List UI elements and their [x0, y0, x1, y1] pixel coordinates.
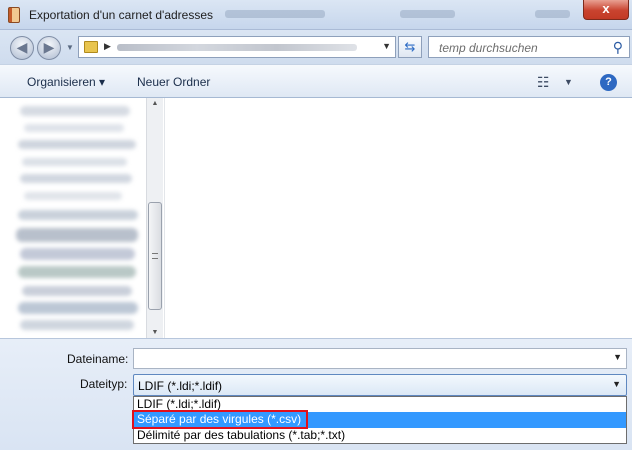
background-window-ghost: [535, 10, 570, 18]
chevron-down-icon[interactable]: ▼: [564, 77, 573, 87]
blurred-tree-item: [24, 192, 122, 200]
help-icon[interactable]: ?: [600, 74, 617, 91]
organize-button[interactable]: Organisieren ▾: [27, 75, 105, 89]
navigation-pane-scrollbar[interactable]: ▲ ▼: [146, 98, 163, 338]
background-window-ghost: [225, 10, 325, 18]
navigation-pane[interactable]: [10, 98, 147, 338]
window-title: Exportation d'un carnet d'adresses: [29, 8, 214, 22]
blurred-tree-item: [22, 286, 132, 296]
background-window-ghost: [400, 10, 455, 18]
filename-combobox[interactable]: ▼: [133, 348, 627, 369]
chevron-right-icon[interactable]: ▶: [104, 41, 111, 52]
filetype-label: Dateityp:: [80, 377, 128, 391]
title-bar: Exportation d'un carnet d'adresses x: [0, 0, 632, 30]
address-book-icon: [8, 7, 20, 23]
recent-pages-dropdown[interactable]: ▼: [66, 43, 74, 52]
filetype-option-tab[interactable]: Délimité par des tabulations (*.tab;*.tx…: [134, 428, 626, 444]
blurred-tree-item: [18, 302, 138, 314]
blurred-tree-item: [18, 140, 136, 149]
blurred-tree-item: [20, 320, 134, 330]
refresh-icon: ⇆: [404, 39, 416, 54]
blurred-path: [117, 44, 357, 51]
new-folder-button[interactable]: Neuer Ordner: [137, 75, 210, 89]
scroll-up-icon[interactable]: ▲: [147, 100, 163, 107]
view-options-icon[interactable]: ☷: [537, 74, 550, 91]
filetype-selected-value: LDIF (*.ldi;*.ldif): [138, 379, 223, 393]
search-box[interactable]: temp durchsuchen ⚲: [428, 36, 630, 58]
forward-button[interactable]: ▶: [37, 36, 61, 60]
search-input[interactable]: temp durchsuchen: [439, 41, 538, 55]
refresh-button[interactable]: ⇆: [398, 36, 422, 58]
search-icon[interactable]: ⚲: [613, 39, 623, 56]
blurred-tree-item: [18, 210, 138, 220]
blurred-tree-item: [24, 124, 124, 132]
folder-icon: [84, 41, 98, 53]
close-button[interactable]: x: [583, 0, 629, 20]
blurred-tree-item: [20, 248, 135, 260]
scroll-down-icon[interactable]: ▼: [147, 329, 163, 336]
command-bar: Organisieren ▾ Neuer Ordner ☷ ▼ ?: [0, 64, 632, 98]
blurred-tree-item: [20, 106, 130, 116]
chevron-down-icon[interactable]: ▼: [612, 379, 621, 389]
chevron-down-icon[interactable]: ▼: [382, 41, 391, 51]
scrollbar-thumb[interactable]: [148, 202, 162, 310]
back-button[interactable]: ◀: [10, 36, 34, 60]
blurred-tree-item: [18, 266, 136, 278]
filename-label: Dateiname:: [67, 352, 129, 366]
address-bar[interactable]: ▶ ▼: [78, 36, 396, 58]
annotation-highlight-box: [132, 410, 308, 429]
filetype-select[interactable]: LDIF (*.ldi;*.ldif) ▼: [133, 374, 627, 396]
file-list[interactable]: [164, 98, 632, 338]
grip-icon: [152, 253, 158, 259]
chevron-down-icon[interactable]: ▼: [613, 352, 622, 362]
blurred-tree-item: [20, 174, 132, 183]
blurred-tree-item: [16, 228, 138, 242]
blurred-tree-item: [22, 158, 127, 166]
